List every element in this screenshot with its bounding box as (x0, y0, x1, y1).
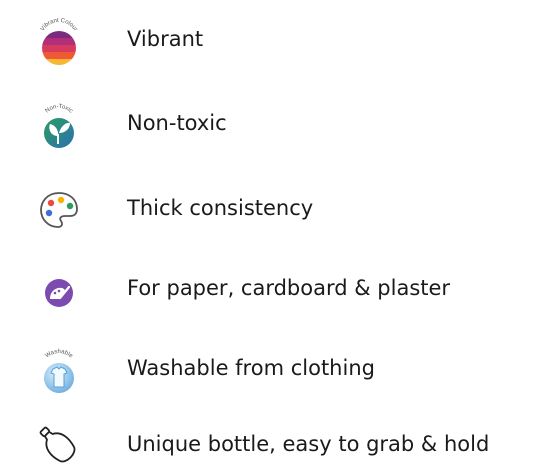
feature-label: Thick consistency (127, 196, 314, 220)
feature-label: Non-toxic (127, 111, 227, 135)
paint-palette-icon (34, 185, 84, 235)
non-toxic-leaf-badge-icon: Non-Toxic (34, 100, 84, 150)
feature-label: Washable from clothing (127, 356, 375, 380)
bottle-outline-icon (34, 421, 84, 471)
feature-thick-consistency: Thick consistency (0, 178, 534, 238)
svg-text:Non-Toxic: Non-Toxic (44, 104, 73, 115)
svg-text:Washable: Washable (45, 349, 75, 360)
feature-label: Unique bottle, easy to grab & hold (127, 432, 490, 456)
feature-washable: Washable Washable from clothing (0, 338, 534, 398)
svg-text:Vibrant Colour: Vibrant Colour (40, 18, 78, 32)
vibrant-colour-badge-icon: Vibrant Colour (34, 16, 84, 66)
feature-surfaces: For paper, cardboard & plaster (0, 258, 534, 318)
paintbrush-palette-icon (34, 265, 84, 315)
feature-label: For paper, cardboard & plaster (127, 276, 451, 300)
feature-label: Vibrant (127, 27, 204, 51)
feature-vibrant: Vibrant Colour Vibrant (0, 9, 534, 69)
washable-shirt-badge-icon: Washable (34, 345, 84, 395)
feature-bottle: Unique bottle, easy to grab & hold (0, 414, 534, 474)
feature-non-toxic: Non-Toxic Non-toxic (0, 93, 534, 153)
